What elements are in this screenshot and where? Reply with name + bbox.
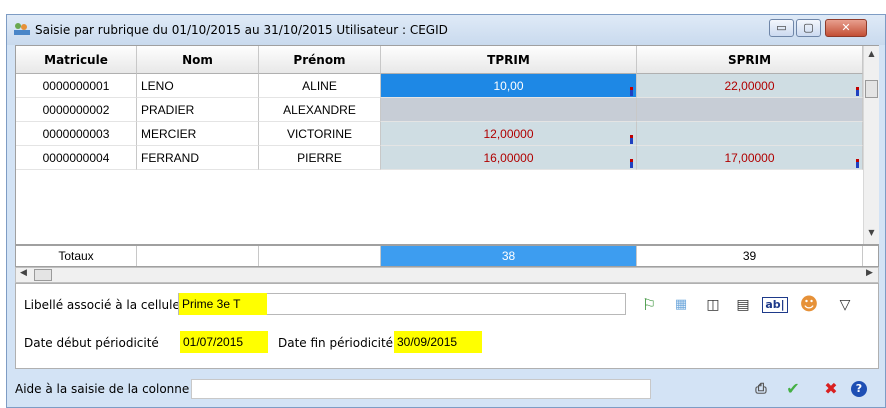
totals-empty-cell	[259, 246, 381, 266]
help-icon[interactable]: ?	[851, 381, 867, 397]
cell-sprim[interactable]	[637, 122, 863, 146]
title-bar[interactable]: Saisie par rubrique du 01/10/2015 au 31/…	[7, 15, 885, 45]
date-debut-field[interactable]: 01/07/2015	[180, 331, 268, 353]
status-bar: Aide à la saisie de la colonne ⎙ ✔ ✖ ?	[15, 375, 879, 403]
maximize-icon: ▢	[803, 21, 814, 34]
cell-details-panel: Libellé associé à la cellule Prime 3e T …	[15, 283, 879, 369]
data-grid: Matricule Nom Prénom TPRIM SPRIM 0000000…	[15, 45, 879, 245]
column-header-tprim[interactable]: TPRIM	[381, 46, 637, 74]
minimize-button[interactable]: ▭	[769, 19, 794, 37]
cell-matricule[interactable]: 0000000003	[16, 122, 137, 146]
textfield-icon[interactable]: ab|	[762, 297, 788, 313]
filter-icon[interactable]: ▽	[834, 294, 856, 316]
close-icon: ✕	[841, 21, 851, 34]
libelle-label: Libellé associé à la cellule	[24, 298, 180, 312]
flag-marker-icon	[630, 87, 633, 96]
cell-prenom[interactable]: PIERRE	[259, 146, 381, 170]
cell-nom[interactable]: MERCIER	[137, 122, 259, 146]
minimize-icon: ▭	[776, 21, 787, 34]
cell-sprim[interactable]: 17,00000	[637, 146, 863, 170]
vertical-scroll-thumb[interactable]	[865, 80, 878, 98]
cell-matricule[interactable]: 0000000004	[16, 146, 137, 170]
date-debut-label: Date début périodicité	[24, 336, 159, 350]
cell-value: 17,00000	[724, 151, 775, 165]
libelle-value: Prime 3e T	[179, 293, 267, 315]
cancel-cross-icon[interactable]: ✖	[821, 379, 841, 399]
aide-label: Aide à la saisie de la colonne	[15, 382, 190, 396]
cell-value: 16,00000	[483, 151, 534, 165]
flag-marker-icon	[856, 159, 859, 168]
app-icon	[14, 23, 30, 35]
cell-sprim[interactable]: 22,00000	[637, 74, 863, 98]
cell-nom[interactable]: FERRAND	[137, 146, 259, 170]
window-title: Saisie par rubrique du 01/10/2015 au 31/…	[35, 23, 448, 37]
cell-tprim[interactable]: 16,00000	[381, 146, 637, 170]
column-header-matricule[interactable]: Matricule	[16, 46, 137, 74]
totals-label: Totaux	[16, 246, 137, 266]
cell-tprim[interactable]: 12,00000	[381, 122, 637, 146]
cell-prenom[interactable]: ALINE	[259, 74, 381, 98]
cell-matricule[interactable]: 0000000002	[16, 98, 137, 122]
cell-sprim[interactable]	[637, 98, 863, 122]
cell-value: 12,00000	[483, 127, 534, 141]
totals-empty-cell	[137, 246, 259, 266]
validate-check-icon[interactable]: ✔	[783, 379, 803, 399]
cell-nom[interactable]: LENO	[137, 74, 259, 98]
grid-icon[interactable]: ▦	[670, 294, 692, 316]
cell-value: 10,00	[493, 79, 524, 93]
scroll-up-arrow-icon[interactable]: ▲	[864, 49, 879, 58]
cell-nom[interactable]: PRADIER	[137, 98, 259, 122]
close-button[interactable]: ✕	[825, 19, 867, 37]
scroll-left-arrow-icon[interactable]: ◀	[20, 268, 27, 278]
column-header-prenom[interactable]: Prénom	[259, 46, 381, 74]
column-header-sprim[interactable]: SPRIM	[637, 46, 863, 74]
flag-marker-icon	[856, 87, 859, 96]
scroll-right-arrow-icon[interactable]: ▶	[866, 268, 873, 278]
cell-matricule[interactable]: 0000000001	[16, 74, 137, 98]
print-icon[interactable]: ⎙	[751, 379, 771, 399]
column-header-nom[interactable]: Nom	[137, 46, 259, 74]
totals-tprim: 38	[381, 246, 637, 266]
libelle-field[interactable]: Prime 3e T	[178, 293, 626, 315]
cell-prenom[interactable]: VICTORINE	[259, 122, 381, 146]
columns-icon[interactable]: ▤	[732, 294, 754, 316]
cell-prenom[interactable]: ALEXANDRE	[259, 98, 381, 122]
cell-value: 22,00000	[724, 79, 775, 93]
horizontal-scrollbar[interactable]: ◀ ▶	[15, 267, 879, 283]
aide-field[interactable]	[191, 379, 651, 399]
users-icon[interactable]: ☻	[798, 294, 820, 316]
totals-sprim: 39	[637, 246, 863, 266]
column-icon[interactable]: ◫	[702, 294, 724, 316]
main-window: Saisie par rubrique du 01/10/2015 au 31/…	[6, 14, 886, 408]
runner-icon[interactable]: ⚐	[638, 294, 660, 316]
date-fin-label: Date fin périodicité	[278, 336, 394, 350]
flag-marker-icon	[630, 135, 633, 144]
cell-tprim[interactable]	[381, 98, 637, 122]
horizontal-scroll-thumb[interactable]	[34, 269, 52, 281]
vertical-scrollbar[interactable]: ▲ ▼	[863, 46, 879, 244]
scroll-down-arrow-icon[interactable]: ▼	[864, 228, 879, 237]
cell-tprim-selected[interactable]: 10,00	[381, 74, 637, 98]
flag-marker-icon	[630, 159, 633, 168]
date-fin-field[interactable]: 30/09/2015	[394, 331, 482, 353]
totals-row: Totaux 38 39	[15, 245, 879, 267]
maximize-button[interactable]: ▢	[796, 19, 821, 37]
